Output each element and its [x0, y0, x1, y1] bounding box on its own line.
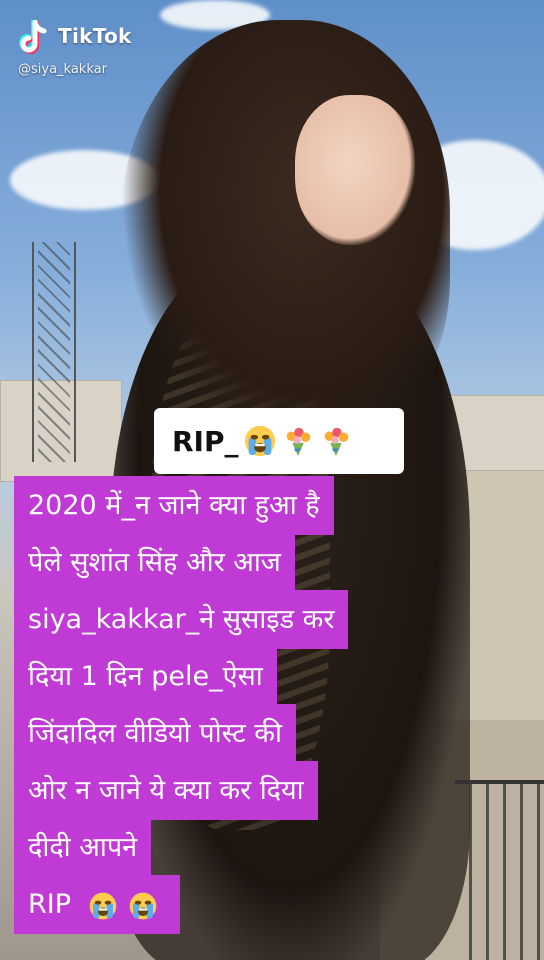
bouquet-icon	[286, 427, 310, 457]
caption-rip-text: RIP	[28, 889, 72, 920]
caption-line-text: siya_kakkar_ने सुसाइड कर	[14, 590, 349, 649]
caption-last-line: RIP	[14, 875, 181, 934]
caption-line-text: ओर न जाने ये क्या कर दिया	[14, 761, 318, 820]
crying-face-icon	[89, 892, 116, 919]
caption-line: दीदी आपने	[14, 818, 484, 877]
rip-sticker: RIP_	[154, 408, 404, 474]
cell-tower	[32, 242, 76, 462]
tiktok-brand-label: TikTok	[58, 24, 132, 48]
caption-line: दिया 1 दिन pele_ऐसा	[14, 647, 484, 706]
person-hair	[120, 20, 450, 450]
caption-line: siya_kakkar_ने सुसाइड कर	[14, 590, 484, 649]
caption-line-text: दीदी आपने	[14, 818, 152, 877]
caption-line: ओर न जाने ये क्या कर दिया	[14, 761, 484, 820]
caption-line: 2020 में_न जाने क्या हुआ है	[14, 476, 484, 535]
bouquet-icon	[324, 427, 348, 457]
creator-handle: @siya_kakkar	[18, 62, 107, 77]
caption-line: पेले सुशांत सिंह और आज	[14, 533, 484, 592]
caption-overlay: 2020 में_न जाने क्या हुआ है पेले सुशांत …	[14, 476, 484, 934]
caption-line-text: पेले सुशांत सिंह और आज	[14, 533, 295, 592]
caption-line-text: दिया 1 दिन pele_ऐसा	[14, 647, 277, 706]
caption-line: जिंदादिल वीडियो पोस्ट की	[14, 704, 484, 763]
crying-face-icon	[129, 892, 157, 919]
caption-line-text: 2020 में_न जाने क्या हुआ है	[14, 476, 334, 535]
person-face	[295, 95, 415, 245]
caption-line: RIP	[14, 875, 484, 934]
caption-line-text: जिंदादिल वीडियो पोस्ट की	[14, 704, 297, 763]
rip-label: RIP_	[172, 424, 239, 458]
crying-face-icon	[244, 425, 275, 457]
tiktok-logo-icon	[19, 20, 47, 54]
